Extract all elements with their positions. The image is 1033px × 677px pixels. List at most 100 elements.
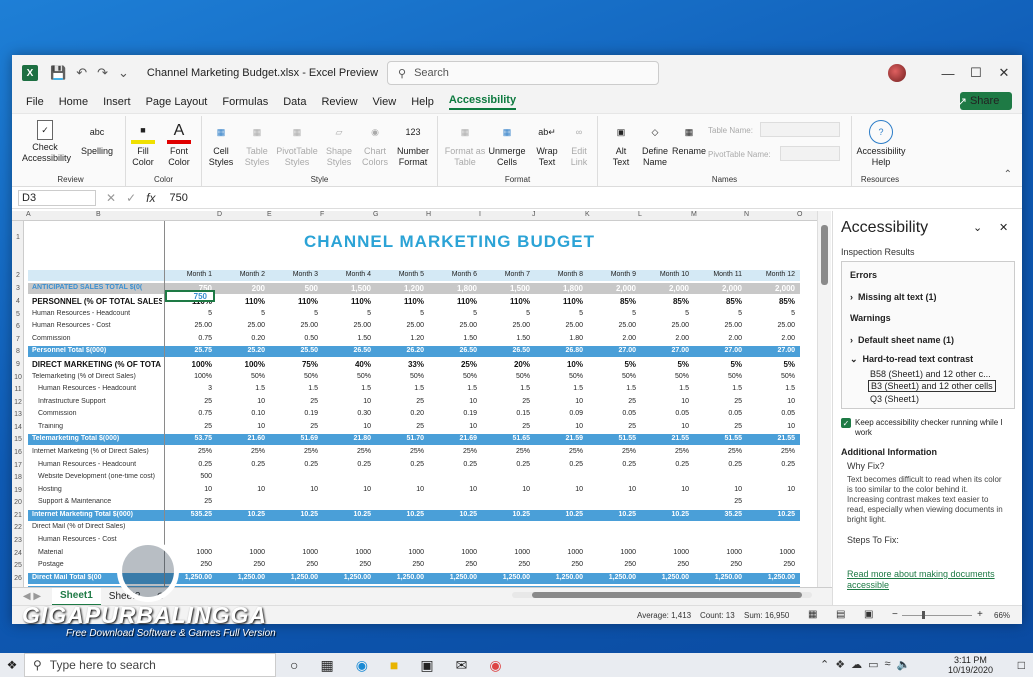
cell-value[interactable]: 25 [596, 423, 636, 430]
cell-value[interactable]: 25.00 [596, 322, 636, 329]
cell-value[interactable]: 25 [702, 423, 742, 430]
column-header[interactable]: D [217, 211, 222, 218]
row-label[interactable]: Hosting [38, 486, 168, 493]
cell-value[interactable]: 25% [596, 448, 636, 455]
cell-value[interactable]: 21.80 [331, 435, 371, 442]
cell-value[interactable]: 25 [384, 398, 424, 405]
cell-value[interactable]: 35.25 [702, 511, 742, 518]
cell-value[interactable]: 10 [437, 398, 477, 405]
cell-value[interactable]: 1.5 [225, 385, 265, 392]
cell-value[interactable]: 500 [278, 284, 318, 293]
cell-value[interactable]: 21.60 [225, 435, 265, 442]
cell-value[interactable]: 0.05 [649, 410, 689, 417]
cell-value[interactable]: 0.50 [278, 335, 318, 342]
cell-value[interactable]: 0.19 [437, 410, 477, 417]
customize-qat-icon[interactable]: ⌄ [118, 65, 129, 81]
collapse-ribbon-icon[interactable]: ⌃ [1004, 169, 1012, 180]
cell-value[interactable]: 25% [437, 360, 477, 369]
zoom-level[interactable]: 66% [994, 611, 1010, 620]
cell-value[interactable]: 25.75 [172, 347, 212, 354]
row-header[interactable]: 12 [12, 399, 24, 406]
row-header[interactable]: 1 [12, 234, 24, 241]
cell-value[interactable]: 10.25 [225, 511, 265, 518]
row-label[interactable]: DIRECT MARKETING (% OF TOTA [32, 360, 162, 369]
tab-view[interactable]: View [373, 96, 397, 108]
row-header[interactable]: 17 [12, 462, 24, 469]
check-accessibility-button[interactable]: ✓ Check Accessibility [22, 120, 71, 164]
cancel-icon[interactable]: ✕ [106, 191, 116, 205]
mail-icon[interactable]: ✉ [456, 657, 468, 674]
cell-value[interactable]: 1,200 [384, 284, 424, 293]
zoom-slider-thumb[interactable] [922, 611, 925, 619]
cell-value[interactable]: 1.5 [278, 385, 318, 392]
row-label[interactable]: Internet Marketing Total $(000) [32, 511, 162, 518]
row-label[interactable]: Telemarketing (% of Direct Sales) [32, 373, 162, 380]
row-header[interactable]: 9 [12, 361, 24, 368]
cell-value[interactable]: 1.5 [490, 385, 530, 392]
cell-value[interactable]: 21.55 [649, 435, 689, 442]
cell-value[interactable]: 110% [331, 297, 371, 306]
cell-value[interactable]: 2.00 [649, 335, 689, 342]
cell-value[interactable]: 25 [702, 498, 742, 505]
cell-value[interactable]: 250 [649, 561, 689, 568]
cell-value[interactable]: 1000 [702, 549, 742, 556]
cell-value[interactable]: 25% [755, 448, 795, 455]
cell-value[interactable]: 2.00 [755, 335, 795, 342]
file-explorer-icon[interactable]: ■ [390, 657, 398, 673]
cell-value[interactable]: 1000 [384, 549, 424, 556]
cell-value[interactable]: 10.25 [331, 511, 371, 518]
cell-value[interactable]: 25.00 [543, 322, 583, 329]
cell-value[interactable]: 1000 [596, 549, 636, 556]
cell-value[interactable]: 1,250.00 [490, 574, 530, 581]
cell-value[interactable]: 25.00 [490, 322, 530, 329]
cell-value[interactable]: 75% [278, 360, 318, 369]
cell-value[interactable]: 1,500 [331, 284, 371, 293]
cell-value[interactable]: 5% [596, 360, 636, 369]
notification-icon[interactable]: □ [1018, 658, 1025, 672]
cell-value[interactable]: 26.80 [543, 347, 583, 354]
cell-value[interactable]: 26.50 [331, 347, 371, 354]
cell-value[interactable]: 0.10 [225, 410, 265, 417]
function-icon[interactable]: fx [146, 191, 155, 205]
pivot-name-input[interactable] [780, 146, 840, 161]
cell-value[interactable]: 535.25 [172, 511, 212, 518]
cell-value[interactable]: 1000 [543, 549, 583, 556]
contrast-subitem-3[interactable]: Q3 (Sheet1) [870, 394, 919, 404]
pane-close-icon[interactable]: ✕ [999, 221, 1008, 234]
cell-value[interactable]: 10.25 [543, 511, 583, 518]
onedrive-icon[interactable]: ☁ [851, 658, 862, 671]
cell-value[interactable]: 10 [225, 398, 265, 405]
row-header[interactable]: 13 [12, 411, 24, 418]
cell-value[interactable]: 2.00 [702, 335, 742, 342]
column-header[interactable]: E [267, 211, 272, 218]
cell-value[interactable]: 0.75 [172, 410, 212, 417]
clock[interactable]: 3:11 PM 10/19/2020 [948, 655, 993, 675]
volume-icon[interactable]: 🔈 [897, 658, 911, 671]
row-header[interactable]: 22 [12, 524, 24, 531]
row-label[interactable]: Training [38, 423, 168, 430]
cell-value[interactable]: 0.25 [437, 461, 477, 468]
cell-value[interactable]: 1,250.00 [596, 574, 636, 581]
cell-value[interactable]: 5 [596, 310, 636, 317]
cell-value[interactable]: 20% [490, 360, 530, 369]
row-label[interactable]: Commission [38, 410, 168, 417]
font-color-button[interactable]: A Font Color [156, 120, 202, 168]
cell-value[interactable]: 110% [437, 297, 477, 306]
cell-value[interactable]: 10.25 [649, 511, 689, 518]
number-format-button[interactable]: 123 Number Format [390, 120, 436, 168]
format-as-table-button[interactable]: ▦ Format as Table [442, 120, 488, 168]
cell-value[interactable]: 2.00 [596, 335, 636, 342]
cell-value[interactable]: 1.50 [490, 335, 530, 342]
cell-value[interactable]: 10.25 [278, 511, 318, 518]
zoom-out-icon[interactable]: − [892, 609, 898, 620]
cell-value[interactable]: 5 [172, 310, 212, 317]
pane-options-icon[interactable]: ⌄ [973, 221, 982, 234]
cell-value[interactable]: 27.00 [596, 347, 636, 354]
cell-value[interactable]: 0.25 [702, 461, 742, 468]
row-header[interactable]: 14 [12, 424, 24, 431]
cell-value[interactable]: 25 [172, 498, 212, 505]
cell-value[interactable]: 85% [649, 297, 689, 306]
cell-value[interactable]: 1.5 [649, 385, 689, 392]
cell-value[interactable]: 25% [490, 448, 530, 455]
cell-value[interactable]: 1000 [755, 549, 795, 556]
